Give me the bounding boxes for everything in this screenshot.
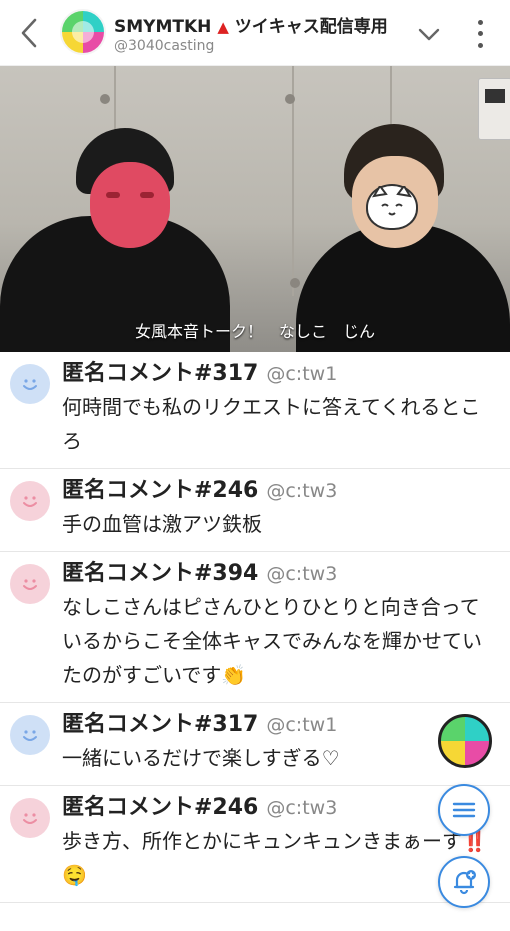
comment-author-line: 匿名コメント#246 @c:tw3 xyxy=(62,477,498,505)
more-vertical-icon[interactable] xyxy=(470,17,490,51)
comment-author-line: 匿名コメント#246 @c:tw3 xyxy=(62,794,498,822)
comment-author[interactable]: 匿名コメント#246 xyxy=(62,478,258,503)
smiley-icon xyxy=(23,730,37,741)
smiley-icon xyxy=(23,379,37,390)
comment-author-line: 匿名コメント#317 @c:tw1 xyxy=(62,711,498,739)
comment-author[interactable]: 匿名コメント#394 xyxy=(62,561,258,586)
list-icon xyxy=(452,802,476,818)
channel-title[interactable]: SMYMTKH ▲ ツイキャス配信専用 xyxy=(114,12,388,37)
comment-item: 匿名コメント#317 @c:tw1 何時間でも私のリクエストに答えてくれるところ xyxy=(0,352,510,469)
comment-author-line: 匿名コメント#394 @c:tw3 xyxy=(62,560,498,588)
commenter-avatar[interactable] xyxy=(10,364,50,404)
smiley-icon xyxy=(23,579,37,590)
comment-author[interactable]: 匿名コメント#317 xyxy=(62,361,258,386)
wall-hole xyxy=(285,94,295,104)
comment-handle: @c:tw3 xyxy=(266,797,338,819)
smiley-icon xyxy=(23,813,37,824)
comment-author[interactable]: 匿名コメント#246 xyxy=(62,795,258,820)
channel-suffix: ツイキャス配信専用 xyxy=(234,17,388,37)
chevron-down-icon xyxy=(418,28,440,41)
channel-header: SMYMTKH ▲ ツイキャス配信専用 @3040casting xyxy=(0,0,510,66)
comment-item: 匿名コメント#246 @c:tw3 歩き方、所作とかにキュンキュンきまぁーす‼️🤤 xyxy=(0,786,510,903)
comment-text: 歩き方、所作とかにキュンキュンきまぁーす‼️🤤 xyxy=(62,829,487,887)
comment-handle: @c:tw3 xyxy=(266,563,338,585)
video-player[interactable]: 女風本音トーク！ なしこ じん xyxy=(0,66,510,352)
comment-author[interactable]: 匿名コメント#317 xyxy=(62,712,258,737)
smiley-icon xyxy=(23,496,37,507)
intercom-panel xyxy=(478,78,510,140)
commenter-avatar[interactable] xyxy=(10,715,50,755)
expand-header-button[interactable] xyxy=(415,22,443,46)
notify-button[interactable] xyxy=(438,856,490,908)
wall-hole xyxy=(100,94,110,104)
comment-handle: @c:tw1 xyxy=(266,363,338,385)
comment-text: なしこさんはピさんひとりひとりと向き合っているからこそ全体キャスでみんなを輝かせ… xyxy=(62,595,482,687)
red-mask xyxy=(90,162,170,248)
comment-text: 一緒にいるだけで楽しすぎる♡ xyxy=(62,746,340,770)
comment-item: 匿名コメント#246 @c:tw3 手の血管は激アツ鉄板 xyxy=(0,469,510,552)
comment-text: 何時間でも私のリクエストに答えてくれるところ xyxy=(62,395,481,453)
bell-plus-icon xyxy=(453,870,476,895)
stream-caption: 女風本音トーク！ なしこ じん xyxy=(134,322,375,341)
back-button[interactable] xyxy=(14,14,44,52)
chevron-left-icon xyxy=(21,18,37,48)
menu-button[interactable] xyxy=(438,784,490,836)
comment-handle: @c:tw1 xyxy=(266,714,338,736)
comment-handle: @c:tw3 xyxy=(266,480,338,502)
comment-item: 匿名コメント#317 @c:tw1 一緒にいるだけで楽しすぎる♡ xyxy=(0,703,510,786)
broadcaster-avatar-button[interactable] xyxy=(438,714,492,768)
commenter-avatar[interactable] xyxy=(10,481,50,521)
wall-hole xyxy=(290,278,300,288)
rocket-icon: ▲ xyxy=(217,18,229,36)
comment-author-line: 匿名コメント#317 @c:tw1 xyxy=(62,360,498,388)
channel-avatar[interactable] xyxy=(60,9,106,55)
channel-handle: @3040casting xyxy=(114,38,215,54)
cat-sticker-icon xyxy=(366,184,418,230)
commenter-avatar[interactable] xyxy=(10,564,50,604)
comment-item: 匿名コメント#394 @c:tw3 なしこさんはピさんひとりひとりと向き合っている… xyxy=(0,552,510,703)
channel-name: SMYMTKH xyxy=(114,17,212,37)
comment-text: 手の血管は激アツ鉄板 xyxy=(62,512,262,536)
comment-list[interactable]: 匿名コメント#317 @c:tw1 何時間でも私のリクエストに答えてくれるところ … xyxy=(0,352,510,931)
commenter-avatar[interactable] xyxy=(10,798,50,838)
